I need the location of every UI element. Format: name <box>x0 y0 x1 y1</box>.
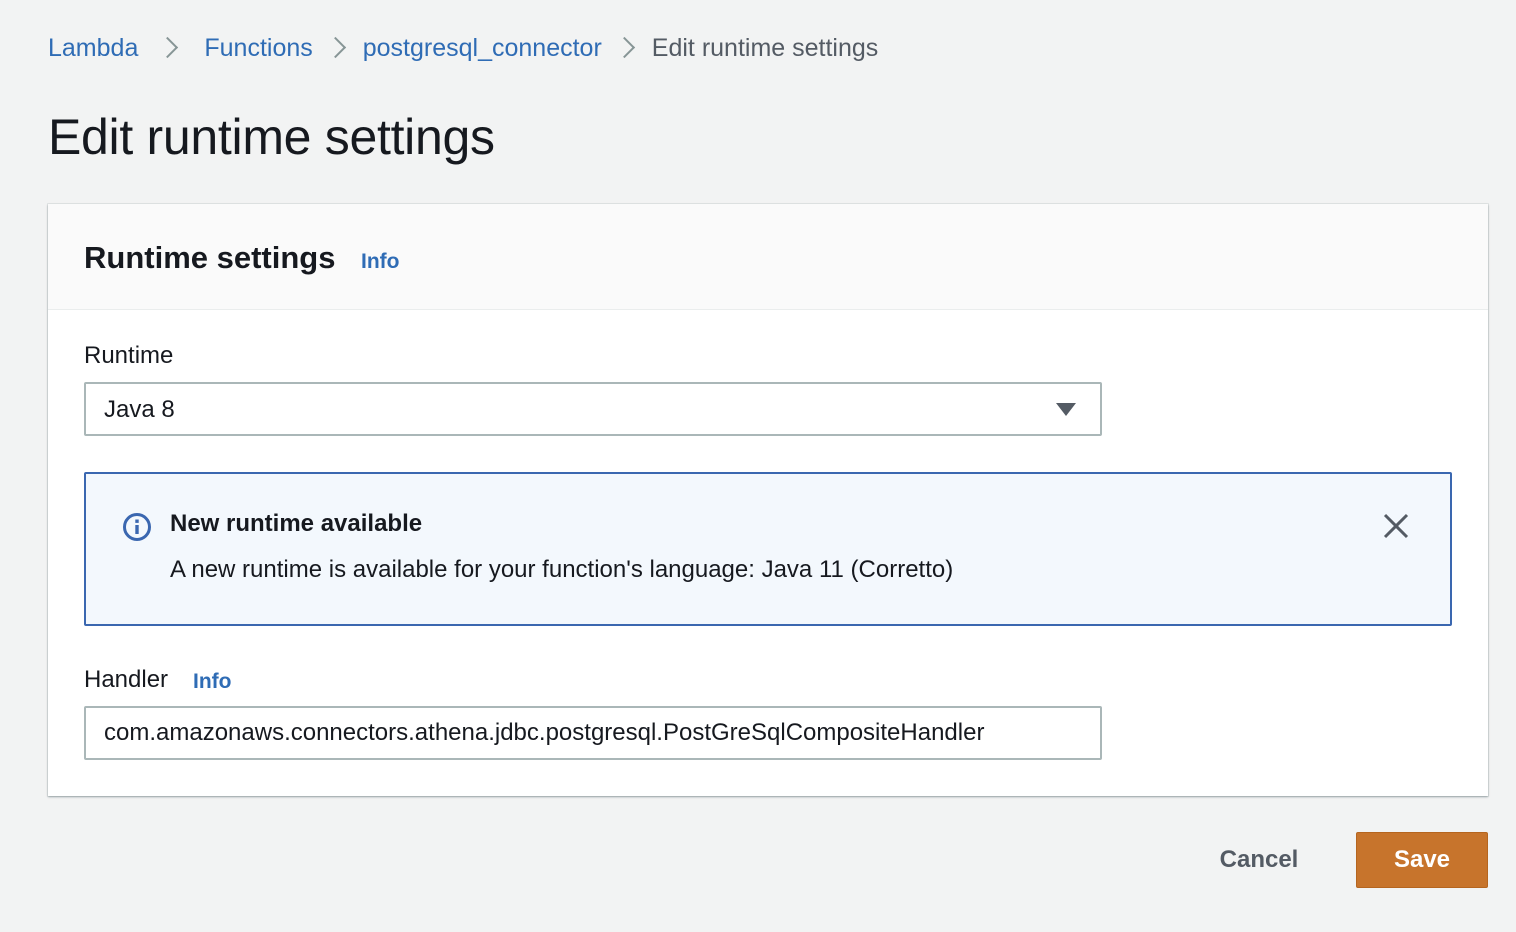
panel-title: Runtime settings <box>84 240 336 275</box>
save-button[interactable]: Save <box>1356 832 1488 888</box>
runtime-select[interactable]: Java 8 <box>84 382 1102 436</box>
handler-label: Handler <box>84 666 169 693</box>
breadcrumb-link-lambda[interactable]: Lambda <box>48 34 138 63</box>
runtime-settings-panel: Runtime settings Info Runtime Java 8 New… <box>48 204 1488 796</box>
page: Lambda Functions postgresql_connector Ed… <box>0 0 1516 932</box>
runtime-label: Runtime <box>84 342 174 369</box>
chevron-right-icon <box>602 30 652 66</box>
runtime-settings-info-link[interactable]: Info <box>361 250 399 274</box>
chevron-right-icon <box>138 30 204 66</box>
breadcrumb: Lambda Functions postgresql_connector Ed… <box>48 30 878 66</box>
handler-info-link[interactable]: Info <box>193 670 231 694</box>
breadcrumb-link-function[interactable]: postgresql_connector <box>363 34 602 63</box>
alert-message: A new runtime is available for your func… <box>170 556 954 583</box>
handler-input[interactable] <box>84 706 1102 760</box>
panel-header: Runtime settings Info <box>48 204 1488 310</box>
close-icon[interactable] <box>1382 512 1410 540</box>
runtime-selected-value: Java 8 <box>104 396 175 423</box>
chevron-right-icon <box>313 30 363 66</box>
new-runtime-alert: New runtime available A new runtime is a… <box>84 472 1452 626</box>
breadcrumb-current: Edit runtime settings <box>651 33 879 62</box>
cancel-button[interactable]: Cancel <box>1196 834 1322 886</box>
chevron-down-icon <box>1056 403 1076 416</box>
info-icon <box>123 513 151 541</box>
page-title: Edit runtime settings <box>48 109 495 165</box>
alert-title: New runtime available <box>170 510 423 537</box>
breadcrumb-link-functions[interactable]: Functions <box>204 34 312 63</box>
